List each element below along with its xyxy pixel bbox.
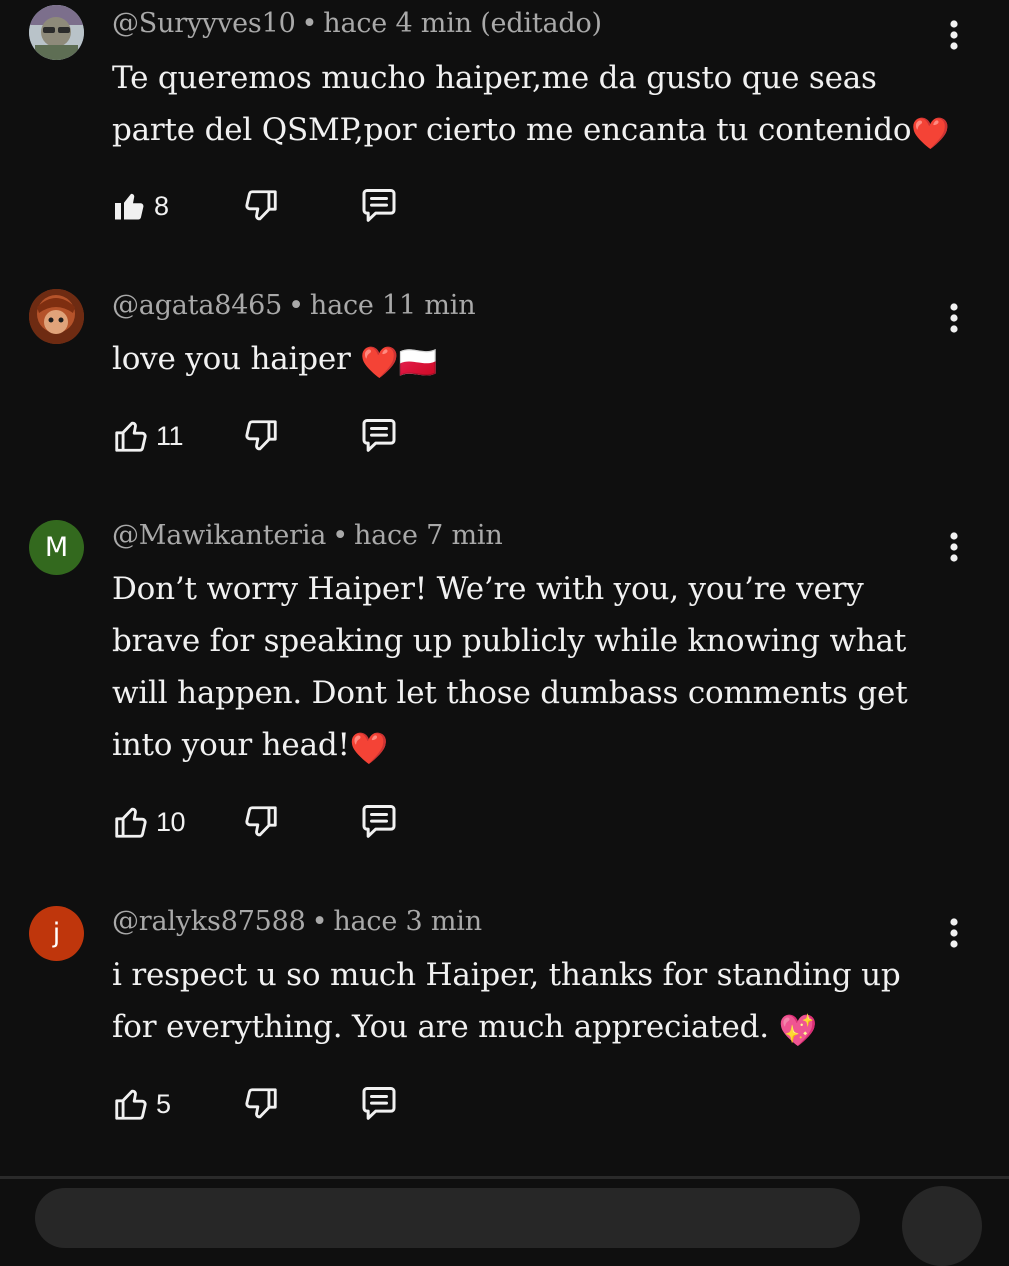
heart-flag-emoji: ❤️🇵🇱 (360, 345, 438, 381)
comment-actions: 5 (112, 1082, 432, 1126)
author-handle[interactable]: @ralyks87588 (112, 906, 306, 937)
avatar-letter: M (44, 532, 69, 563)
like-count: 8 (154, 190, 169, 221)
heart-emoji: ❤️ (911, 116, 950, 152)
reply-comment-icon (362, 189, 396, 222)
sparkling-heart-emoji: 💖 (778, 1013, 818, 1049)
like-button[interactable]: 11 (112, 414, 184, 458)
reply-button[interactable] (357, 800, 401, 844)
avatar-letter: j (52, 918, 61, 949)
divider (0, 1176, 1009, 1179)
thumbs-up-icon (115, 807, 147, 838)
heart-emoji: ❤️ (349, 731, 389, 767)
thumbs-down-icon (245, 420, 277, 451)
reply-button[interactable] (357, 414, 401, 458)
meta-separator: • (301, 8, 318, 39)
like-count: 5 (156, 1088, 171, 1119)
comment-actions: 8 (112, 184, 432, 228)
comment-time: hace 7 min (353, 520, 503, 551)
profile-photo-avatar (29, 5, 84, 60)
comment-text: Don’t worry Haiper! We’re with you, you’… (112, 563, 952, 775)
reply-button[interactable] (357, 184, 401, 228)
more-options-button[interactable] (940, 913, 968, 953)
dislike-button[interactable] (242, 1082, 280, 1126)
avatar[interactable]: M (29, 520, 84, 575)
reply-comment-icon (362, 805, 396, 838)
comment-input[interactable] (35, 1188, 860, 1248)
thumbs-down-icon (245, 806, 277, 837)
avatar[interactable]: j (29, 906, 84, 961)
more-vertical-icon (950, 532, 958, 562)
comment-text: i respect u so much Haiper, thanks for s… (112, 949, 952, 1057)
avatar[interactable] (29, 5, 84, 60)
like-button[interactable]: 5 (112, 1082, 171, 1126)
dislike-button[interactable] (242, 800, 280, 844)
dislike-button[interactable] (242, 414, 280, 458)
author-handle[interactable]: @agata8465 (112, 290, 282, 321)
comment-time: hace 11 min (309, 290, 476, 321)
more-vertical-icon (950, 303, 958, 333)
like-button[interactable]: 10 (112, 800, 186, 844)
comment-actions: 11 (112, 414, 432, 458)
thumbs-up-icon (115, 421, 147, 452)
profile-photo-avatar (29, 289, 84, 344)
author-handle[interactable]: @Suryyves10 (112, 8, 296, 39)
comment-meta: @Suryyves10 • hace 4 min (editado) (112, 8, 602, 39)
reply-comment-icon (362, 419, 396, 452)
dislike-button[interactable] (242, 184, 280, 228)
author-handle[interactable]: @Mawikanteria (112, 520, 326, 551)
comment-meta: @Mawikanteria • hace 7 min (112, 520, 503, 551)
thumbs-down-icon (245, 190, 277, 221)
composer-action-button[interactable] (902, 1186, 982, 1266)
comment-text: love you haiper ❤️🇵🇱 (112, 333, 952, 389)
comment-meta: @agata8465 • hace 11 min (112, 290, 476, 321)
like-button[interactable]: 8 (112, 184, 169, 228)
like-count: 11 (156, 420, 184, 451)
comment-body: Te queremos mucho haiper,me da gusto que… (112, 60, 912, 148)
comment-body: love you haiper (112, 341, 361, 377)
thumbs-down-icon (245, 1088, 277, 1119)
like-count: 10 (156, 806, 186, 837)
comment-text: Te queremos mucho haiper,me da gusto que… (112, 52, 952, 160)
reply-button[interactable] (357, 1082, 401, 1126)
thumbs-up-icon (115, 193, 144, 220)
more-vertical-icon (950, 20, 958, 50)
meta-separator: • (332, 520, 348, 551)
reply-comment-icon (362, 1087, 396, 1120)
more-options-button[interactable] (940, 15, 968, 55)
thumbs-up-icon (115, 1089, 147, 1120)
comment-meta: @ralyks87588 • hace 3 min (112, 906, 482, 937)
meta-separator: • (288, 290, 304, 321)
meta-separator: • (311, 906, 328, 937)
more-vertical-icon (950, 918, 958, 948)
more-options-button[interactable] (940, 298, 968, 338)
comment-time: hace 4 min (editado) (323, 8, 602, 39)
comment-body: Don’t worry Haiper! We’re with you, you’… (112, 571, 908, 763)
comment-time: hace 3 min (333, 906, 482, 937)
avatar[interactable] (29, 289, 84, 344)
more-options-button[interactable] (940, 527, 968, 567)
comment-actions: 10 (112, 800, 432, 844)
